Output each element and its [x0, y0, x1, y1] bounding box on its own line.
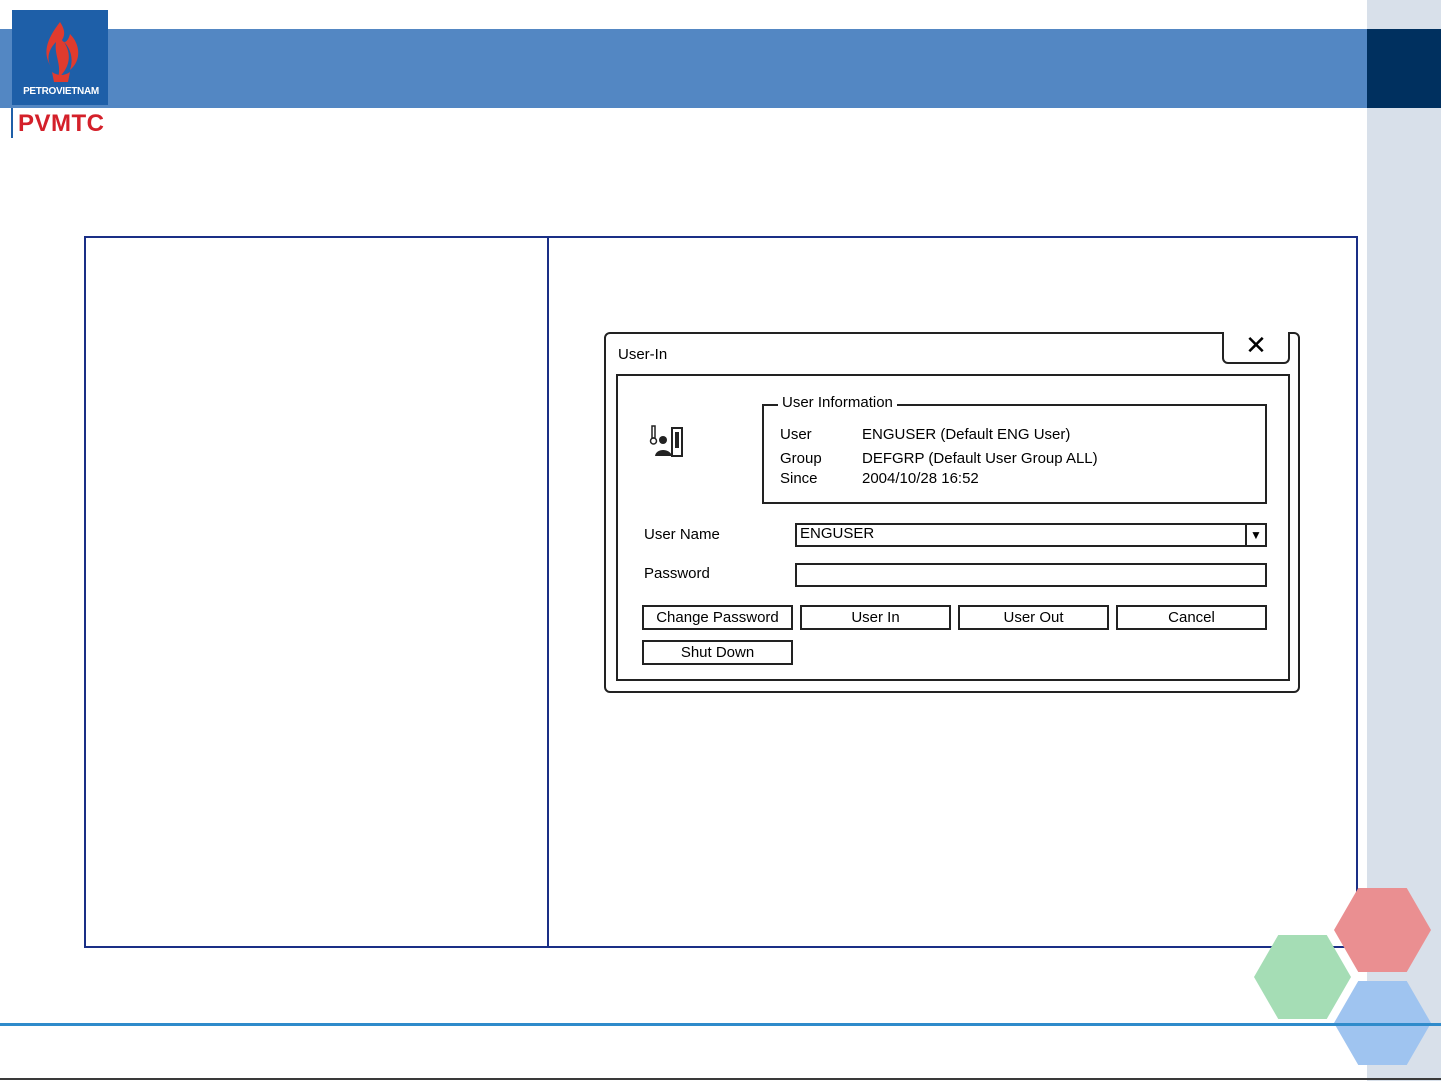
password-label: Password: [644, 565, 710, 582]
close-icon: ✕: [1245, 330, 1267, 360]
user-name-dropdown[interactable]: ENGUSER ▼: [795, 523, 1267, 547]
user-in-dialog: User-In ✕ User Information User ENGUSER …: [604, 332, 1300, 693]
header-band: [0, 29, 1367, 108]
info-label-user: User: [780, 426, 812, 443]
info-value-group: DEFGRP (Default User Group ALL): [862, 450, 1098, 467]
user-name-label: User Name: [644, 526, 720, 543]
dropdown-arrow-icon[interactable]: ▼: [1245, 525, 1265, 545]
info-label-group: Group: [780, 450, 822, 467]
close-button[interactable]: ✕: [1222, 332, 1290, 364]
table-column-divider: [547, 236, 549, 948]
cancel-button[interactable]: Cancel: [1116, 605, 1267, 630]
dialog-title: User-In: [618, 346, 668, 363]
brand-name: PVMTC: [18, 110, 105, 137]
logo-text: PETROVIETNAM: [23, 86, 99, 97]
password-field[interactable]: [795, 563, 1267, 587]
change-password-button[interactable]: Change Password: [642, 605, 793, 630]
user-in-button[interactable]: User In: [800, 605, 951, 630]
footer-border: [0, 1078, 1441, 1080]
footer-line: [0, 1023, 1441, 1026]
info-value-since: 2004/10/28 16:52: [862, 470, 979, 487]
user-information-legend: User Information: [778, 394, 897, 411]
shut-down-button[interactable]: Shut Down: [642, 640, 793, 665]
info-label-since: Since: [780, 470, 818, 487]
user-login-icon: [649, 425, 683, 457]
user-information-group: User Information User ENGUSER (Default E…: [762, 394, 1267, 504]
user-out-button[interactable]: User Out: [958, 605, 1109, 630]
info-value-user: ENGUSER (Default ENG User): [862, 426, 1071, 443]
right-rail-header-block: [1367, 29, 1441, 108]
dialog-body: User Information User ENGUSER (Default E…: [616, 374, 1290, 681]
user-name-value: ENGUSER: [800, 525, 875, 542]
logo-divider: [11, 108, 13, 138]
